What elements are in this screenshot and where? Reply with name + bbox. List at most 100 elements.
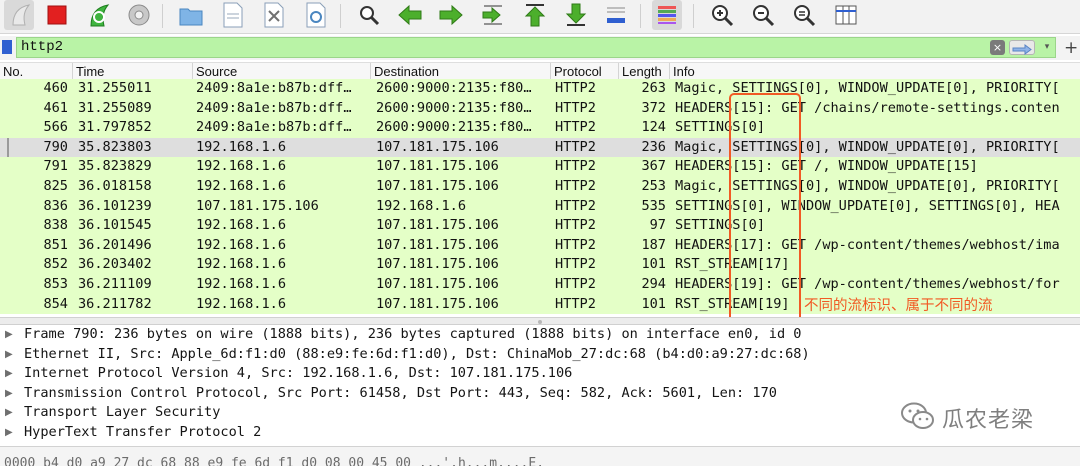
apply-filter-button[interactable] — [1009, 40, 1035, 55]
resize-columns-button[interactable] — [831, 0, 861, 30]
detail-label: Ethernet II, Src: Apple_6d:f1:d0 (88:e9:… — [24, 345, 810, 362]
wechat-logo-icon — [901, 402, 934, 429]
packet-row[interactable]: 838 36.101545 192.168.1.6 107.181.175.10… — [0, 216, 1080, 236]
clear-filter-icon[interactable]: × — [990, 40, 1005, 55]
autoscroll-button[interactable] — [601, 0, 631, 30]
column-header-destination[interactable]: Destination — [370, 63, 550, 80]
save-file-button[interactable] — [218, 0, 248, 30]
packet-row[interactable]: 852 36.203402 192.168.1.6 107.181.175.10… — [0, 255, 1080, 275]
packet-source: 192.168.1.6 — [196, 158, 287, 175]
detail-tree-item[interactable]: ▶ Ethernet II, Src: Apple_6d:f1:d0 (88:e… — [0, 345, 1080, 365]
display-filter-bar: http2 × ▾ + — [0, 36, 1080, 60]
watermark-text: 瓜农老梁 — [942, 408, 1035, 433]
packet-number: 790 — [43, 138, 68, 155]
filter-history-dropdown-icon[interactable]: ▾ — [1040, 40, 1054, 55]
packet-length: 101 — [641, 256, 666, 273]
start-capture-button[interactable] — [4, 0, 34, 30]
packet-row[interactable]: 836 36.101239 107.181.175.106 192.168.1.… — [0, 196, 1080, 217]
first-packet-button[interactable] — [520, 0, 550, 30]
packet-number: 854 — [43, 295, 68, 312]
packet-row[interactable]: 566 31.797852 2409:8a1e:b87b:dff… 2600:9… — [0, 118, 1080, 138]
add-filter-button-icon[interactable]: + — [1064, 38, 1078, 58]
packet-length: 187 — [641, 236, 666, 253]
packet-time: 31.797852 — [78, 119, 152, 136]
packet-number: 461 — [43, 99, 68, 116]
watermark: 瓜农老梁 — [900, 399, 1075, 435]
expand-arrow-icon[interactable]: ▶ — [5, 423, 17, 443]
go-back-button[interactable] — [395, 0, 425, 30]
open-file-icon — [179, 8, 203, 26]
packet-source: 192.168.1.6 — [196, 256, 287, 273]
packet-time: 36.101545 — [78, 217, 152, 234]
column-header-info[interactable]: Info — [669, 63, 1080, 80]
display-filter-input[interactable]: http2 — [16, 37, 1056, 58]
detail-tree-item[interactable]: ▶ Internet Protocol Version 4, Src: 192.… — [0, 364, 1080, 384]
packet-time: 36.203402 — [78, 256, 152, 273]
packet-protocol: HTTP2 — [555, 276, 596, 292]
zoom-in-button[interactable] — [707, 0, 737, 30]
expand-arrow-icon[interactable]: ▶ — [5, 403, 17, 423]
zoom-in-icon — [712, 5, 734, 27]
packet-row-selected[interactable]: 790 35.823803 192.168.1.6 107.181.175.10… — [0, 137, 1080, 158]
packet-source: 192.168.1.6 — [196, 138, 287, 155]
packet-source: 192.168.1.6 — [196, 217, 287, 234]
find-packet-button[interactable] — [354, 0, 384, 30]
packet-protocol: HTTP2 — [555, 236, 596, 253]
restart-capture-button[interactable] — [83, 0, 113, 30]
column-header-source[interactable]: Source — [192, 63, 370, 80]
go-to-packet-button[interactable] — [478, 0, 508, 30]
zoom-out-button[interactable] — [748, 0, 778, 30]
packet-length: 535 — [641, 197, 666, 214]
packet-destination: 107.181.175.106 — [376, 178, 499, 194]
column-header-no[interactable]: No. — [0, 63, 72, 80]
go-forward-button[interactable] — [436, 0, 466, 30]
save-file-icon — [223, 2, 243, 28]
last-packet-button[interactable] — [561, 0, 591, 30]
packet-protocol: HTTP2 — [555, 256, 596, 273]
packet-row[interactable]: 791 35.823829 192.168.1.6 107.181.175.10… — [0, 157, 1080, 177]
packet-destination: 2600:9000:2135:f80… — [376, 119, 532, 136]
packet-row[interactable]: 853 36.211109 192.168.1.6 107.181.175.10… — [0, 275, 1080, 295]
splitter-grip-icon[interactable] — [538, 320, 542, 324]
expand-arrow-icon[interactable]: ▶ — [5, 384, 17, 404]
packet-row[interactable]: 461 31.255089 2409:8a1e:b87b:dff… 2600:9… — [0, 98, 1080, 119]
packet-source: 2409:8a1e:b87b:dff… — [196, 119, 352, 136]
packet-destination: 107.181.175.106 — [376, 256, 499, 273]
packet-destination: 107.181.175.106 — [376, 138, 499, 155]
packet-number: 838 — [43, 217, 68, 234]
colorize-button[interactable] — [652, 0, 682, 30]
normal-size-button[interactable] — [789, 0, 819, 30]
reload-file-button[interactable] — [301, 0, 331, 30]
packet-source: 2409:8a1e:b87b:dff… — [196, 99, 352, 116]
bookmark-icon[interactable] — [2, 40, 12, 54]
packet-row[interactable]: 851 36.201496 192.168.1.6 107.181.175.10… — [0, 235, 1080, 256]
packet-destination: 107.181.175.106 — [376, 295, 499, 312]
stop-capture-button[interactable] — [42, 0, 72, 30]
packet-protocol: HTTP2 — [555, 99, 596, 116]
packet-length: 101 — [641, 295, 666, 312]
packet-row[interactable]: 825 36.018158 192.168.1.6 107.181.175.10… — [0, 177, 1080, 197]
go-back-icon — [398, 4, 422, 26]
pane-splitter[interactable] — [0, 317, 1080, 325]
main-toolbar — [0, 0, 1080, 34]
column-header-protocol[interactable]: Protocol — [550, 63, 618, 80]
expand-arrow-icon[interactable]: ▶ — [5, 325, 17, 345]
close-file-button[interactable] — [259, 0, 289, 30]
packet-row[interactable]: 460 31.255011 2409:8a1e:b87b:dff… 2600:9… — [0, 79, 1080, 99]
expand-arrow-icon[interactable]: ▶ — [5, 364, 17, 384]
packet-length: 124 — [641, 119, 666, 136]
packet-protocol: HTTP2 — [555, 295, 596, 312]
packet-time: 31.255011 — [78, 80, 152, 96]
toolbar-separator — [693, 4, 694, 28]
column-header-length[interactable]: Length — [618, 63, 669, 80]
detail-tree-item[interactable]: ▶ Frame 790: 236 bytes on wire (1888 bit… — [0, 325, 1080, 345]
packet-number: 836 — [43, 197, 68, 214]
expand-arrow-icon[interactable]: ▶ — [5, 345, 17, 365]
detail-label: Transport Layer Security — [24, 404, 221, 421]
open-file-button[interactable] — [176, 0, 206, 30]
packet-time: 35.823803 — [78, 138, 152, 155]
capture-options-button[interactable] — [124, 0, 154, 30]
go-to-packet-icon — [482, 5, 502, 25]
column-header-time[interactable]: Time — [72, 63, 192, 80]
packet-source: 192.168.1.6 — [196, 295, 287, 312]
